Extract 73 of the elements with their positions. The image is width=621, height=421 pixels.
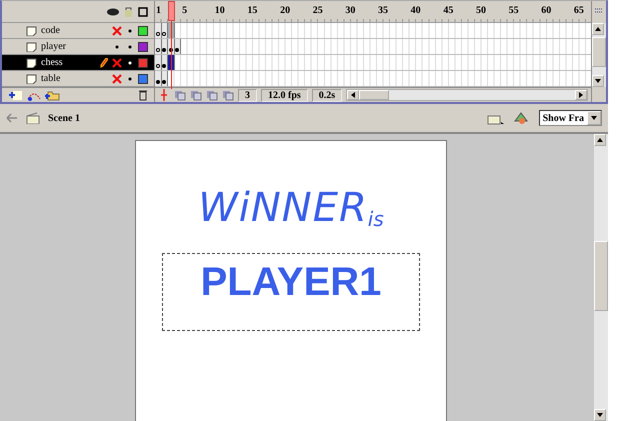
outline-icon[interactable] xyxy=(138,6,148,16)
scroll-thumb[interactable] xyxy=(359,90,390,100)
layer-row[interactable]: player xyxy=(2,39,154,55)
hidden-icon[interactable] xyxy=(112,26,122,36)
keyframe[interactable] xyxy=(155,55,162,70)
frame-number: 20 xyxy=(280,5,290,16)
frame-number: 50 xyxy=(476,5,486,16)
keyframe[interactable] xyxy=(155,71,162,86)
add-folder-icon[interactable] xyxy=(44,89,60,101)
layer-color-icon[interactable] xyxy=(138,74,148,84)
scene-name: Scene 1 xyxy=(48,112,80,124)
vertical-scrollbar[interactable] xyxy=(594,134,608,421)
frame-number: 60 xyxy=(541,5,552,16)
scene-icon xyxy=(26,112,40,124)
frame-number: 25 xyxy=(312,5,323,16)
add-layer-icon[interactable] xyxy=(8,89,24,101)
elapsed-time-field: 0.2s xyxy=(312,88,342,102)
vertical-scrollbar[interactable] xyxy=(592,23,606,87)
layer-color-icon[interactable] xyxy=(138,26,148,36)
layer-name: code xyxy=(41,25,61,36)
frame-number: 5 xyxy=(182,5,188,16)
keyframe[interactable] xyxy=(155,23,162,38)
edit-symbol-icon[interactable] xyxy=(512,111,531,125)
playhead[interactable] xyxy=(168,1,175,89)
layer-row[interactable]: code xyxy=(2,23,154,39)
layer-icon xyxy=(26,26,37,36)
onion-skin-icon[interactable] xyxy=(222,90,234,100)
frame-number: 10 xyxy=(214,5,225,16)
frame-number: 15 xyxy=(247,5,258,16)
handwritten-suffix: is xyxy=(368,207,384,231)
hidden-icon[interactable] xyxy=(112,58,122,68)
layer-icon xyxy=(26,58,37,68)
eye-icon[interactable] xyxy=(107,8,119,16)
onion-skin-icon[interactable] xyxy=(190,90,202,100)
arrow-icon xyxy=(594,77,602,85)
layer-icon xyxy=(26,42,37,52)
arrow-icon xyxy=(596,136,604,144)
onion-skin-icon[interactable] xyxy=(174,90,186,100)
arrow-icon xyxy=(577,91,585,99)
scroll-thumb[interactable] xyxy=(594,241,608,311)
arrow-icon xyxy=(596,411,604,419)
frame-number: 30 xyxy=(345,5,356,16)
layer-row[interactable]: chess xyxy=(2,55,154,71)
frame-number: 45 xyxy=(443,5,454,16)
text-field[interactable]: PLAYER1 xyxy=(162,253,420,331)
horizontal-scrollbar[interactable] xyxy=(346,89,588,101)
layer-name: table xyxy=(41,73,62,84)
frame-number: 65 xyxy=(574,5,584,16)
arrow-icon xyxy=(594,25,602,33)
arrow-icon xyxy=(590,114,598,122)
keyframe[interactable] xyxy=(155,39,162,54)
layer-name: player xyxy=(41,41,67,52)
frame-number: 35 xyxy=(378,5,388,16)
layer-name: chess xyxy=(41,57,64,68)
onion-skin-icon[interactable] xyxy=(206,90,218,100)
current-frame-field: 3 xyxy=(238,88,257,102)
trash-icon[interactable] xyxy=(138,89,148,101)
layer-icon xyxy=(26,74,37,84)
frame-number: 40 xyxy=(410,5,421,16)
center-frame-icon[interactable] xyxy=(158,89,170,101)
lock-icon[interactable] xyxy=(124,6,133,17)
layer-row[interactable]: table xyxy=(2,71,154,87)
layer-color-icon[interactable] xyxy=(138,58,148,68)
arrow-icon xyxy=(349,91,358,99)
handwritten-title: WiNNER xyxy=(198,185,368,231)
frame-rate-field[interactable]: 12.0 fps xyxy=(261,88,308,102)
hidden-icon[interactable] xyxy=(112,74,122,84)
zoom-dropdown[interactable]: Show Fra xyxy=(538,110,602,126)
frame-row[interactable] xyxy=(155,55,591,71)
frame-number: 1 xyxy=(156,5,161,16)
frame-number: 55 xyxy=(508,5,519,16)
layer-color-icon[interactable] xyxy=(138,42,148,52)
scroll-thumb[interactable] xyxy=(592,37,606,67)
